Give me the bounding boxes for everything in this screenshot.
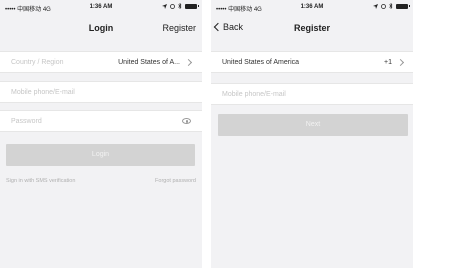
battery-icon xyxy=(396,3,410,9)
register-link[interactable]: Register xyxy=(162,23,196,33)
mobile-email-placeholder: Mobile phone/E-mail xyxy=(11,89,75,96)
bluetooth-icon xyxy=(178,3,182,9)
bluetooth-icon xyxy=(389,3,393,9)
forgot-password-link[interactable]: Forgot password xyxy=(155,178,196,184)
register-navbar: Back Register xyxy=(211,14,413,42)
status-icons xyxy=(373,3,410,9)
battery-icon xyxy=(185,3,199,9)
password-placeholder: Password xyxy=(11,118,42,125)
status-bar: ••••• 中国移动 4G 1:36 AM xyxy=(211,0,413,14)
page-title: Register xyxy=(293,23,330,33)
login-navbar: Login Register xyxy=(0,14,202,42)
chevron-right-icon xyxy=(184,58,193,67)
sms-login-link[interactable]: Sign in with SMS verification xyxy=(6,178,75,184)
country-value: United States of A... xyxy=(118,59,180,66)
country-region-selector[interactable]: Country / Region United States of A... xyxy=(0,51,202,73)
mobile-email-placeholder: Mobile phone/E-mail xyxy=(222,91,286,98)
alarm-icon xyxy=(381,3,386,9)
next-button[interactable]: Next xyxy=(218,114,408,136)
location-icon xyxy=(162,3,167,9)
alarm-icon xyxy=(170,3,175,9)
chevron-right-icon xyxy=(396,58,405,67)
eye-icon[interactable] xyxy=(182,118,191,124)
country-label: Country / Region xyxy=(11,59,64,66)
country-value: United States of America xyxy=(222,59,300,66)
status-bar: ••••• 中国移动 4G 1:36 AM xyxy=(0,0,202,14)
country-region-selector[interactable]: United States of America +1 xyxy=(211,51,413,73)
password-field[interactable]: Password xyxy=(0,110,202,132)
register-screen: ••••• 中国移动 4G 1:36 AM Back Register Unit… xyxy=(211,0,413,268)
location-icon xyxy=(373,3,378,9)
mobile-email-field[interactable]: Mobile phone/E-mail xyxy=(211,83,413,105)
login-screen: ••••• 中国移动 4G 1:36 AM Login Register Cou… xyxy=(0,0,202,268)
status-icons xyxy=(162,3,199,9)
mobile-email-field[interactable]: Mobile phone/E-mail xyxy=(0,81,202,103)
login-button[interactable]: Login xyxy=(6,144,195,166)
country-code: +1 xyxy=(384,59,392,66)
